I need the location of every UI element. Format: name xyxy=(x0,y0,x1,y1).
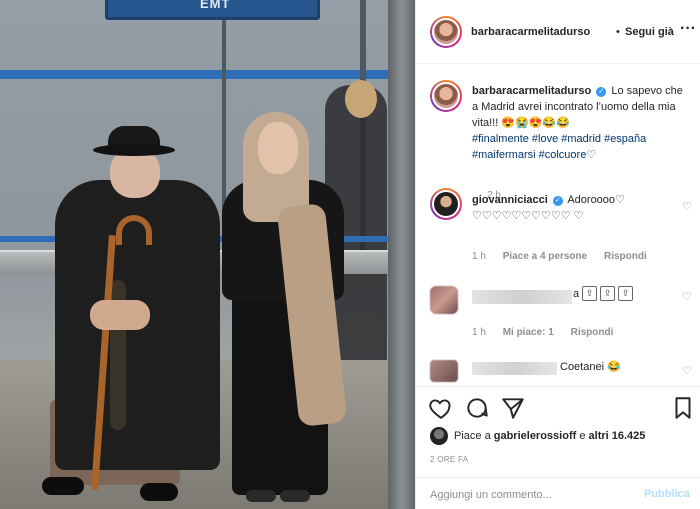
commenter-avatar[interactable] xyxy=(430,188,462,220)
likes-prefix: Piace a xyxy=(454,430,494,442)
caption-text-block: barbaracarmelitadurso ✓ Lo sapevo che a … xyxy=(472,83,687,163)
reply-button[interactable]: Rispondi xyxy=(604,251,647,262)
background-person-head xyxy=(345,80,377,118)
post-side-panel: barbaracarmelitadurso • Segui già ··· ba… xyxy=(415,0,700,509)
cane-handle xyxy=(116,215,152,245)
share-send-icon[interactable] xyxy=(500,395,526,421)
following-button[interactable]: Segui già xyxy=(625,26,674,38)
instagram-post: EMT barbaracarmelitadurso • Segui già ··… xyxy=(0,0,700,509)
caption-author-avatar[interactable] xyxy=(430,80,462,112)
emoji-icon: ⇪ xyxy=(618,286,633,301)
header-separator: • xyxy=(616,26,620,38)
add-comment-input[interactable] xyxy=(430,486,630,504)
likes-others[interactable]: altri 16.425 xyxy=(589,430,646,442)
post-photo[interactable]: EMT xyxy=(0,0,415,509)
comment-likes[interactable]: Piace a 4 persone xyxy=(503,251,588,262)
author-username[interactable]: barbaracarmelitadurso xyxy=(471,26,590,38)
commenter-avatar[interactable] xyxy=(430,286,458,314)
shelter-rail xyxy=(0,70,392,79)
liker-avatar[interactable] xyxy=(430,427,448,445)
caption-hashtags[interactable]: #finalmente #love #madrid #españa #maife… xyxy=(472,133,646,161)
blurred-username xyxy=(472,362,557,375)
man-shoe xyxy=(42,477,84,495)
post-timestamp[interactable]: 2 ORE FA xyxy=(430,455,468,464)
verified-badge-icon: ✓ xyxy=(552,196,563,206)
shelter-pole xyxy=(388,0,415,509)
add-comment-bar: Pubblica xyxy=(416,477,700,509)
save-bookmark-icon[interactable] xyxy=(670,395,696,421)
comment-bubble-icon[interactable] xyxy=(464,395,490,421)
caption-username[interactable]: barbaracarmelitadurso xyxy=(472,85,591,97)
blurred-comment-text xyxy=(472,290,572,304)
post-header: barbaracarmelitadurso • Segui già ··· xyxy=(416,0,700,64)
reply-button[interactable]: Rispondi xyxy=(571,327,614,338)
woman-shoe xyxy=(280,490,310,502)
comment-text-block: giovanniciacci ✓ Adoroooo♡ ♡♡♡♡♡♡♡♡♡♡ ♡ xyxy=(472,192,662,224)
author-avatar[interactable] xyxy=(430,16,462,48)
comment-meta: 1 h Piace a 4 persone Rispondi xyxy=(472,251,661,262)
emoji-icon: ⇪ xyxy=(600,286,615,301)
bus-sign-text: EMT xyxy=(200,0,231,11)
verified-badge-icon: ✓ xyxy=(596,87,607,97)
comment-time[interactable]: 1 h xyxy=(472,251,486,262)
like-comment-heart-icon[interactable]: ♡ xyxy=(682,200,692,213)
comment-username[interactable]: giovanniciacci xyxy=(472,194,548,206)
publish-button[interactable]: Pubblica xyxy=(644,488,690,500)
comment-text: a xyxy=(573,288,580,300)
liker-username[interactable]: gabrielerossioff xyxy=(494,430,577,442)
comment-time[interactable]: 1 h xyxy=(472,327,486,338)
like-comment-heart-icon[interactable]: ♡ xyxy=(682,290,692,303)
comment-meta: 1 h Mi piace: 1 Rispondi xyxy=(472,327,627,338)
man-hat-brim xyxy=(93,144,175,156)
woman-face xyxy=(258,122,298,174)
comments-section[interactable]: barbaracarmelitadurso ✓ Lo sapevo che a … xyxy=(416,64,700,386)
man-shoe xyxy=(140,483,178,501)
comment-text: Coetanei 😂 xyxy=(560,361,621,373)
more-options-icon[interactable]: ··· xyxy=(680,20,696,38)
like-comment-heart-icon[interactable]: ♡ xyxy=(682,364,692,377)
man-hands xyxy=(90,300,150,330)
commenter-avatar[interactable] xyxy=(430,360,458,382)
emoji-icon: ⇪ xyxy=(582,286,597,301)
post-actions: Piace a gabrielerossioff e altri 16.425 … xyxy=(416,386,700,509)
likes-text: Piace a gabrielerossioff e altri 16.425 xyxy=(454,430,645,442)
like-heart-icon[interactable] xyxy=(428,395,454,421)
likes-summary[interactable]: Piace a gabrielerossioff e altri 16.425 xyxy=(430,427,690,445)
comment-likes[interactable]: Mi piace: 1 xyxy=(503,327,554,338)
woman-shoe xyxy=(246,490,276,502)
likes-conjunction: e xyxy=(576,430,589,442)
